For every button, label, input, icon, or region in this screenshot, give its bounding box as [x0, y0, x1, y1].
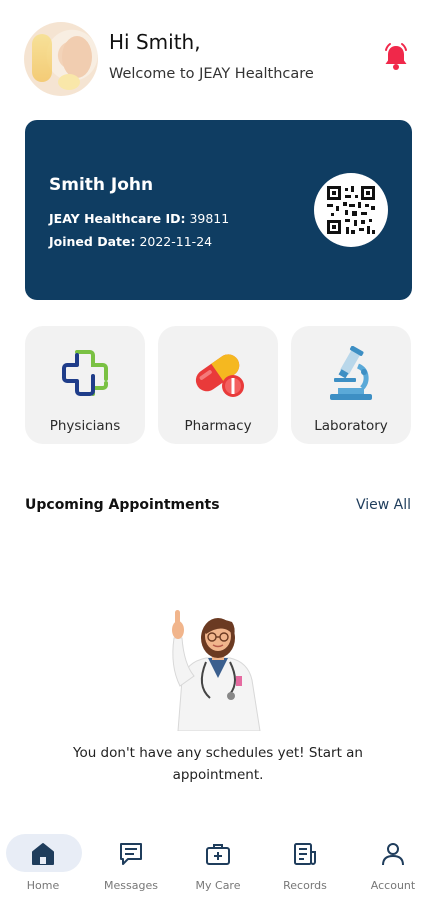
view-all-link[interactable]: View All: [356, 497, 411, 513]
member-card[interactable]: Smith John JEAY Healthcare ID: 39811 Joi…: [25, 120, 412, 300]
section-title: Upcoming Appointments: [25, 497, 220, 513]
service-physicians[interactable]: Physicians: [25, 326, 145, 444]
doctor-illustration: [172, 610, 261, 731]
pill-icon: [195, 354, 244, 397]
nav-label: My Care: [195, 879, 241, 892]
qr-code-icon: [327, 186, 375, 234]
welcome-text: Welcome to JEAY Healthcare: [109, 66, 314, 82]
medical-cross-icon: [62, 350, 108, 396]
bottom-nav: Home Messages My Care Records Account: [0, 828, 436, 900]
user-icon: [382, 843, 404, 866]
home-icon: [32, 843, 54, 865]
nav-label: Account: [370, 879, 416, 892]
service-label: Pharmacy: [184, 418, 252, 434]
nav-messages[interactable]: Messages: [88, 828, 174, 900]
service-label: Laboratory: [314, 418, 388, 434]
nav-my-care[interactable]: My Care: [175, 828, 261, 900]
avatar[interactable]: [24, 22, 98, 96]
qr-code[interactable]: [314, 173, 388, 247]
member-id-row: JEAY Healthcare ID: 39811: [49, 211, 229, 226]
nav-account[interactable]: Account: [350, 828, 436, 900]
member-name: Smith John: [49, 175, 154, 195]
member-id-label: JEAY Healthcare ID:: [49, 211, 186, 226]
nav-records[interactable]: Records: [262, 828, 348, 900]
nav-label: Records: [283, 879, 327, 892]
nav-label: Home: [26, 879, 60, 892]
header: Hi Smith, Welcome to JEAY Healthcare: [24, 20, 412, 96]
message-icon: [120, 843, 142, 865]
service-laboratory[interactable]: Laboratory: [291, 326, 411, 444]
service-label: Physicians: [49, 418, 121, 434]
member-id-value: 39811: [189, 211, 230, 226]
service-pharmacy[interactable]: Pharmacy: [158, 326, 278, 444]
nav-home[interactable]: Home: [0, 828, 86, 900]
joined-date-row: Joined Date: 2022-11-24: [49, 234, 212, 249]
notification-bell-icon[interactable]: [382, 42, 410, 72]
services-grid: Physicians Pharmacy Laboratory: [25, 326, 412, 444]
medical-kit-icon: [206, 844, 230, 865]
microscope-icon: [330, 346, 372, 400]
joined-date-label: Joined Date:: [49, 234, 136, 249]
records-icon: [294, 843, 316, 865]
nav-label: Messages: [104, 879, 158, 892]
empty-state-message: You don't have any schedules yet! Start …: [73, 745, 363, 783]
joined-date-value: 2022-11-24: [139, 234, 213, 249]
greeting-text: Hi Smith,: [109, 30, 201, 54]
